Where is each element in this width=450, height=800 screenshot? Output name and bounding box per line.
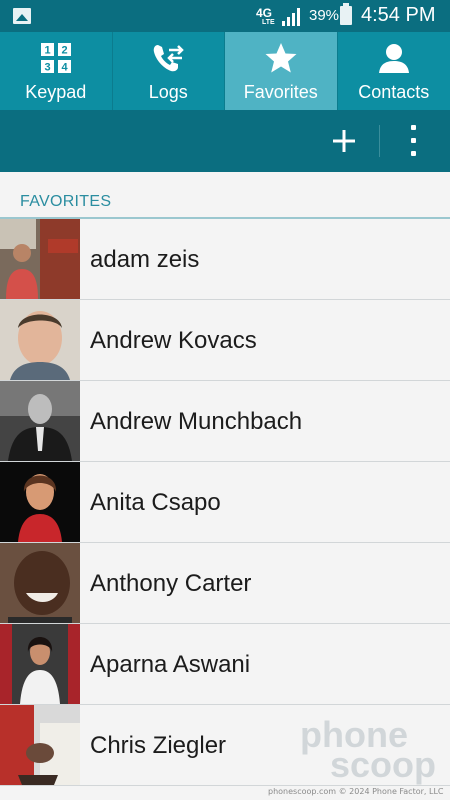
tab-label: Favorites	[243, 82, 318, 102]
contact-name: Anthony Carter	[90, 570, 252, 597]
more-vertical-icon	[411, 151, 416, 156]
svg-text:1: 1	[44, 45, 50, 57]
section-header: FAVORITES	[0, 172, 450, 219]
tab-label: Contacts	[358, 82, 430, 102]
tab-label: Keypad	[25, 82, 87, 102]
keypad-icon: 1 2 3 4	[40, 43, 71, 74]
signal-icon	[282, 8, 300, 26]
more-vertical-icon	[411, 138, 416, 143]
contact-name: Chris Ziegler	[90, 732, 227, 759]
avatar	[0, 705, 80, 785]
list-item[interactable]: Anthony Carter	[0, 543, 450, 624]
battery-icon	[340, 3, 352, 25]
avatar	[0, 381, 80, 461]
footer-credit: phonescoop.com © 2024 Phone Factor, LLC	[268, 787, 444, 796]
tab-keypad[interactable]: 1 2 3 4 Keypad	[0, 32, 113, 110]
list-item[interactable]: Aparna Aswani	[0, 624, 450, 705]
svg-text:4: 4	[61, 62, 68, 74]
section-title: FAVORITES	[20, 193, 112, 210]
avatar	[0, 543, 80, 623]
favorites-list: adam zeis Andrew Kovacs Andrew Munchbach…	[0, 219, 450, 786]
contact-name: Andrew Kovacs	[90, 327, 257, 354]
list-item[interactable]: Andrew Munchbach	[0, 381, 450, 462]
network-subtype: LTE	[262, 19, 275, 26]
contact-name: Andrew Munchbach	[90, 408, 303, 435]
network-type: 4G	[256, 6, 273, 20]
tab-bar: 1 2 3 4 Keypad Logs Favorites Contacts	[0, 32, 450, 110]
contact-name: adam zeis	[90, 246, 200, 273]
tab-logs[interactable]: Logs	[113, 32, 225, 110]
action-divider	[379, 125, 380, 157]
list-item[interactable]: Andrew Kovacs	[0, 300, 450, 381]
list-item[interactable]: adam zeis	[0, 219, 450, 300]
network-indicator: 4G LTE	[256, 7, 275, 26]
tab-favorites[interactable]: Favorites	[225, 32, 338, 110]
more-vertical-icon	[411, 125, 416, 130]
add-favorite-button[interactable]	[327, 124, 361, 158]
svg-text:3: 3	[44, 62, 50, 74]
watermark-line2: scoop	[330, 744, 437, 785]
avatar	[0, 300, 80, 380]
contact-name: Aparna Aswani	[90, 651, 251, 678]
person-icon	[378, 44, 409, 73]
tab-contacts[interactable]: Contacts	[338, 32, 450, 110]
list-item[interactable]: Anita Csapo	[0, 462, 450, 543]
more-options-button[interactable]	[402, 123, 426, 159]
status-bar: 4G LTE 39% 4:54 PM	[0, 0, 450, 32]
logs-icon	[153, 45, 185, 72]
watermark-logo: phone scoop	[300, 717, 445, 785]
avatar	[0, 624, 80, 704]
image-icon	[13, 8, 31, 24]
svg-text:2: 2	[61, 45, 67, 57]
action-bar	[0, 110, 450, 172]
battery-percent: 39%	[309, 7, 340, 24]
clock: 4:54 PM	[361, 4, 436, 26]
contact-name: Anita Csapo	[90, 489, 221, 516]
tab-label: Logs	[148, 82, 188, 102]
avatar	[0, 462, 80, 542]
star-icon	[265, 43, 297, 73]
avatar	[0, 219, 80, 299]
